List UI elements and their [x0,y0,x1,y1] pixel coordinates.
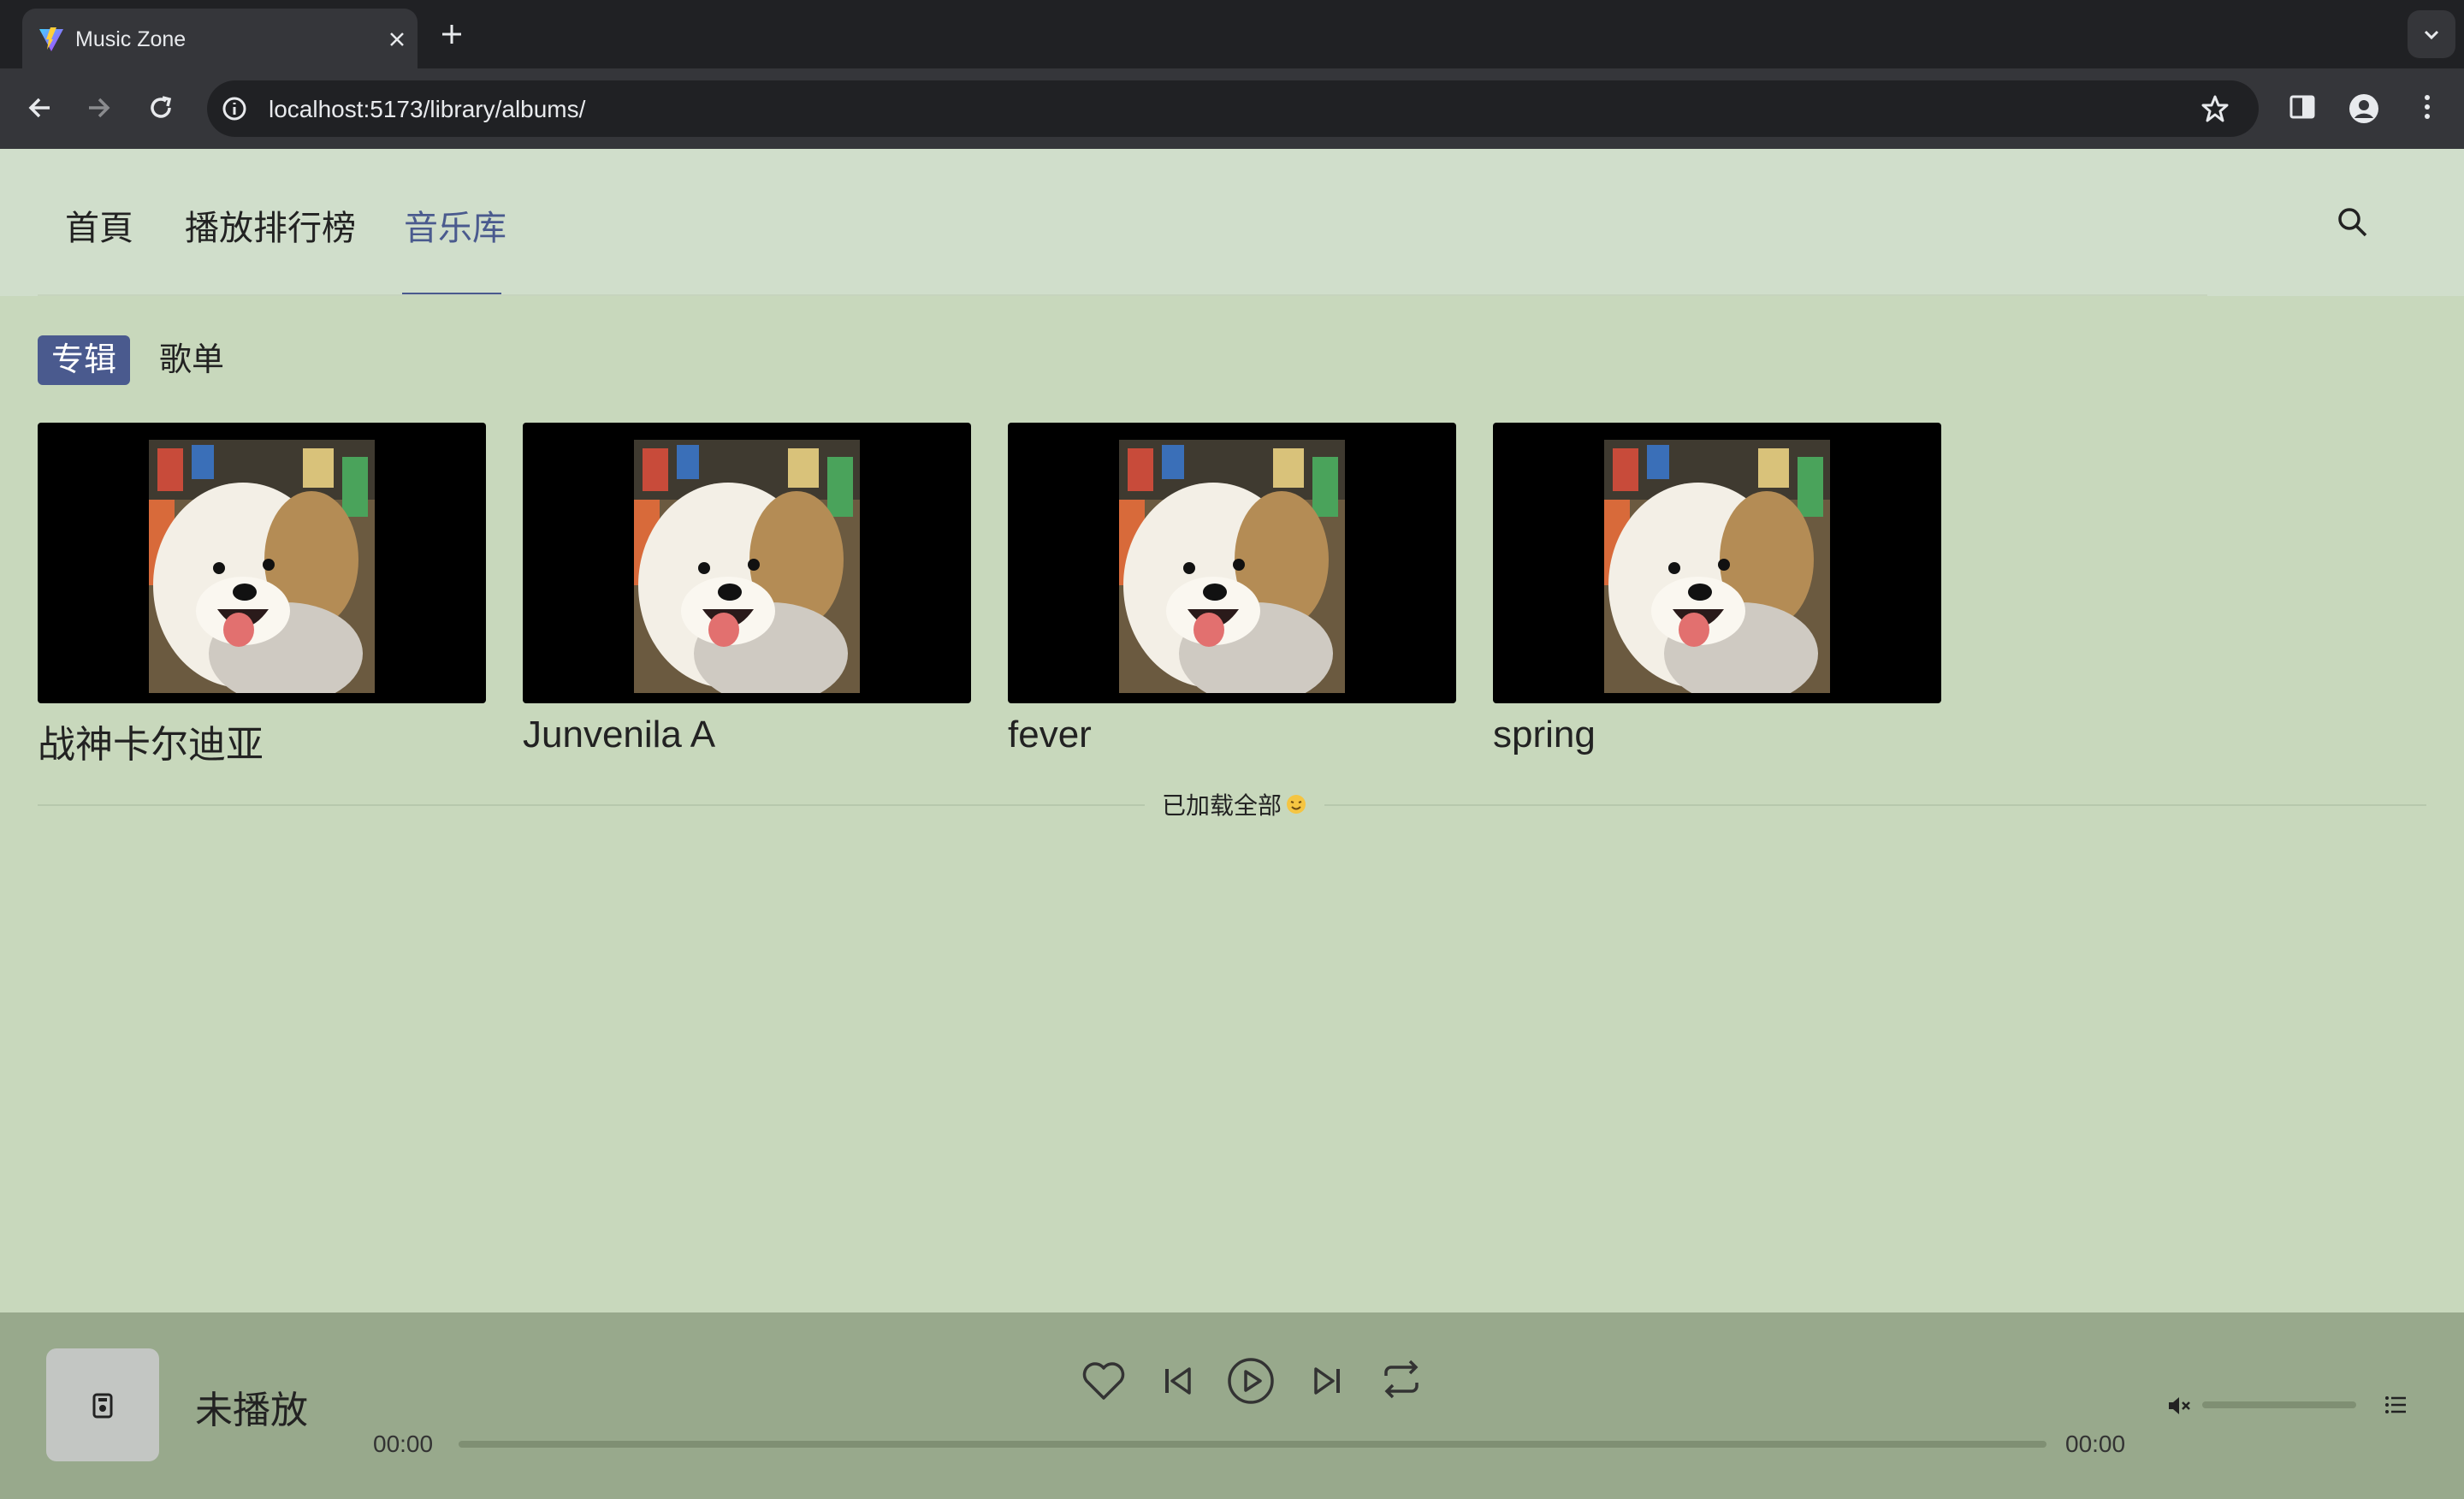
progress-bar[interactable] [459,1441,2046,1448]
browser-toolbar: localhost:5173/library/albums/ [0,68,2464,149]
player-bar: 未播放 00:00 00:00 [0,1312,2464,1499]
play-circle-icon[interactable] [1225,1355,1276,1407]
total-time: 00:00 [2065,1431,2126,1457]
album-cover-image [634,440,860,693]
chevron-down-icon [2424,30,2439,40]
album-title[interactable]: spring [1493,714,1941,756]
nav-home[interactable]: 首頁 [65,200,133,250]
close-tab-icon[interactable] [388,31,406,48]
album-cover[interactable] [1008,423,1456,703]
skip-previous-icon[interactable] [1160,1364,1194,1398]
album-card[interactable]: Junvenila A [523,423,971,756]
end-of-list-message: 已加载全部 [1145,787,1325,821]
site-info-icon[interactable] [221,95,248,122]
reload-icon[interactable] [144,91,178,125]
skip-next-icon[interactable] [1311,1364,1345,1398]
tab-search-button[interactable] [2408,10,2455,58]
browser-tabstrip: Music Zone [0,0,2464,68]
tab-title: Music Zone [75,27,187,51]
volume-muted-icon[interactable] [2166,1393,2192,1419]
address-bar[interactable]: localhost:5173/library/albums/ [207,80,2259,137]
music-player-icon [92,1393,113,1419]
emoji-icon [1285,793,1307,815]
subtab-albums[interactable]: 专辑 [38,335,131,385]
loaded-all-text: 已加载全部 [1162,792,1282,819]
bookmark-star-icon[interactable] [2200,94,2230,123]
nav-library[interactable]: 音乐库 [404,200,506,250]
album-cover-image [1604,440,1830,693]
header-divider [38,294,2207,296]
back-arrow-icon[interactable] [22,91,56,125]
album-card[interactable]: spring [1493,423,1941,756]
album-cover[interactable] [1493,423,1941,703]
album-cover-image [1119,440,1345,693]
url-text: localhost:5173/library/albums/ [269,96,586,122]
album-cover[interactable] [38,423,486,703]
side-panel-icon[interactable] [2288,92,2317,121]
now-playing-thumbnail[interactable] [46,1348,159,1461]
browser-menu-icon[interactable] [2413,92,2442,121]
album-title[interactable]: fever [1008,714,1456,756]
album-title[interactable]: Junvenila A [523,714,971,756]
heart-icon[interactable] [1080,1357,1128,1405]
forward-arrow-icon[interactable] [82,91,116,125]
nav-charts[interactable]: 播放排行榜 [185,200,356,250]
album-title[interactable]: 战神卡尔迪亚 [38,714,486,768]
profile-avatar-icon[interactable] [2348,92,2380,125]
search-icon[interactable] [2336,205,2370,240]
new-tab-icon[interactable] [440,22,464,46]
repeat-icon[interactable] [1379,1357,1424,1401]
album-card[interactable]: 战神卡尔迪亚 [38,423,486,768]
album-card[interactable]: fever [1008,423,1456,756]
vite-logo-icon [38,26,65,53]
browser-tab[interactable]: Music Zone [22,9,418,68]
track-status: 未播放 [195,1389,308,1431]
current-time: 00:00 [373,1431,434,1457]
volume-slider[interactable] [2202,1401,2356,1408]
subtab-playlists[interactable]: 歌单 [145,335,238,385]
album-cover-image [149,440,375,693]
album-cover[interactable] [523,423,971,703]
app-header: 首頁 播放排行榜 音乐库 [0,149,2464,296]
playlist-icon[interactable] [2384,1393,2408,1417]
